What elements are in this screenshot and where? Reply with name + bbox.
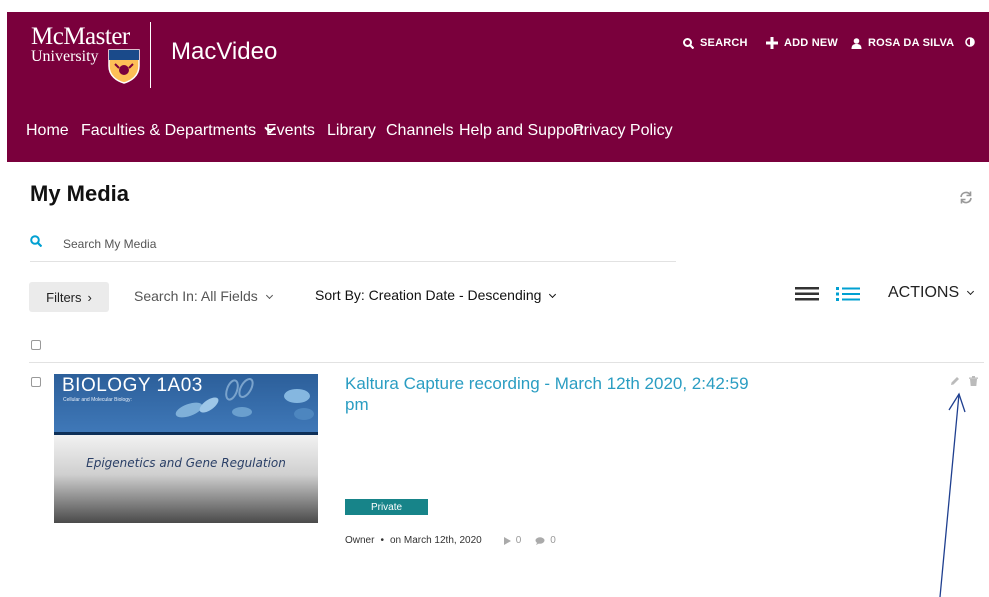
nav-events[interactable]: Events — [266, 122, 315, 140]
nav-faculties-label: Faculties & Departments — [81, 122, 257, 139]
media-date: on March 12th, 2020 — [389, 535, 482, 546]
user-icon — [851, 37, 862, 49]
user-name: ROSA DA SILVA — [868, 37, 955, 49]
thumbnail-body — [54, 435, 318, 523]
meta-separator: • — [380, 535, 384, 546]
nav-privacy-policy[interactable]: Privacy Policy — [573, 122, 673, 140]
contrast-icon — [965, 37, 975, 47]
plays-count: 0 — [503, 535, 522, 546]
actions-dropdown[interactable]: ACTIONS — [888, 284, 975, 302]
media-meta: Owner • on March 12th, 2020 0 0 — [345, 535, 556, 546]
details-view-icon[interactable] — [836, 286, 860, 302]
logo-text-university: University — [31, 48, 99, 65]
search-in-dropdown[interactable]: Search In: All Fields — [134, 288, 273, 304]
media-title-link[interactable]: Kaltura Capture recording - March 12th 2… — [345, 373, 765, 415]
comment-icon — [535, 536, 545, 545]
media-thumbnail[interactable]: BIOLOGY 1A03 Cellular and Molecular Biol… — [54, 374, 318, 523]
plus-icon — [766, 37, 778, 49]
add-new-button[interactable]: ADD NEW — [766, 37, 838, 49]
nav-faculties[interactable]: Faculties & Departments — [81, 122, 276, 140]
thumbnail-topic: Epigenetics and Gene Regulation — [86, 456, 286, 470]
nav-home[interactable]: Home — [26, 122, 69, 140]
nav-help-support[interactable]: Help and Support — [459, 122, 584, 140]
comments-count: 0 — [535, 535, 556, 546]
actions-label: ACTIONS — [888, 284, 960, 301]
thumbnail-course-title: BIOLOGY 1A03 — [62, 375, 203, 396]
sort-by-label: Sort By: Creation Date - Descending — [315, 287, 542, 303]
crest-icon — [108, 49, 140, 84]
refresh-icon[interactable] — [959, 191, 973, 204]
sort-by-dropdown[interactable]: Sort By: Creation Date - Descending — [315, 287, 557, 303]
chevron-down-icon — [265, 291, 273, 300]
thumbnail-header: BIOLOGY 1A03 Cellular and Molecular Biol… — [54, 374, 318, 432]
media-row-checkbox[interactable] — [31, 377, 41, 387]
site-header: McMaster University MacVideo SEARCH ADD … — [7, 12, 989, 162]
search-bar — [30, 231, 676, 262]
search-icon — [683, 37, 694, 49]
nav-library[interactable]: Library — [327, 122, 376, 140]
app-name[interactable]: MacVideo — [171, 37, 277, 67]
search-input[interactable] — [63, 232, 643, 256]
logo-text-mcmaster: McMaster — [31, 23, 130, 50]
list-view-icon[interactable] — [795, 287, 821, 301]
logo-divider — [150, 22, 151, 88]
add-new-label: ADD NEW — [784, 37, 838, 49]
plays-value: 0 — [515, 535, 522, 546]
header-search-button[interactable]: SEARCH — [683, 37, 748, 49]
annotation-arrow — [939, 392, 966, 597]
play-icon — [503, 536, 511, 545]
nav-channels[interactable]: Channels — [386, 122, 454, 140]
contrast-toggle[interactable] — [965, 37, 981, 47]
search-in-label: Search In: All Fields — [134, 288, 258, 304]
chevron-down-icon — [549, 290, 557, 299]
chevron-right-icon: › — [87, 289, 92, 305]
row-divider — [29, 362, 984, 363]
thumbnail-course-subtitle: Cellular and Molecular Biology: — [63, 397, 132, 403]
chevron-down-icon — [967, 287, 975, 296]
page-title: My Media — [30, 181, 130, 206]
filters-button[interactable]: Filters › — [29, 282, 109, 312]
media-owner: Owner — [345, 535, 375, 546]
select-all-checkbox[interactable] — [31, 340, 41, 350]
search-icon — [30, 235, 42, 247]
user-menu-button[interactable]: ROSA DA SILVA — [851, 37, 954, 49]
pencil-icon[interactable] — [950, 376, 960, 386]
filters-label: Filters — [46, 289, 82, 305]
search-label: SEARCH — [700, 37, 748, 49]
trash-icon[interactable] — [969, 376, 978, 386]
comments-value: 0 — [550, 535, 556, 546]
status-badge: Private — [345, 499, 428, 515]
